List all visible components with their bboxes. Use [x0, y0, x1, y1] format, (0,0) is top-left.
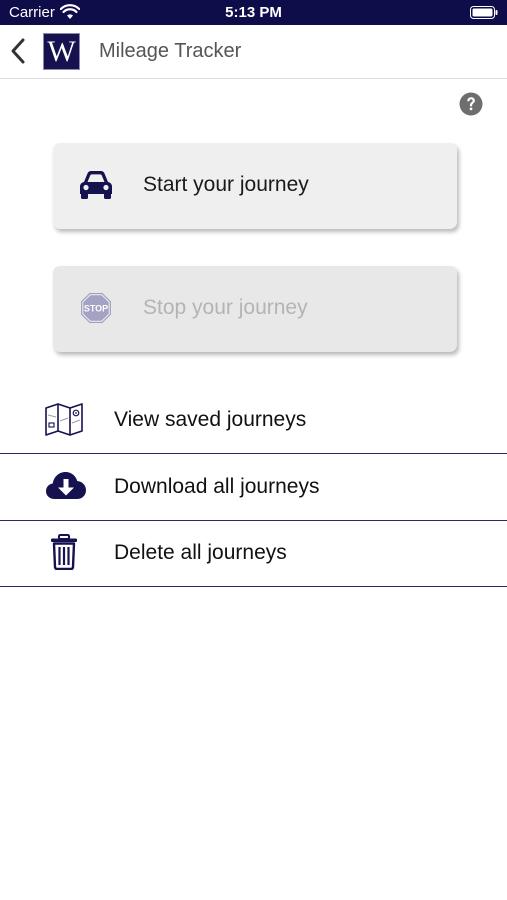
help-icon[interactable]: [459, 92, 483, 116]
view-saved-journeys-row[interactable]: View saved journeys: [0, 387, 507, 454]
stop-journey-button[interactable]: STOP Stop your journey: [53, 266, 457, 352]
stop-sign-icon: STOP: [81, 293, 111, 323]
clock-label: 5:13 PM: [225, 4, 282, 21]
stop-sign-text: STOP: [84, 304, 108, 314]
delete-all-journeys-label: Delete all journeys: [114, 541, 287, 564]
stop-journey-label: Stop your journey: [143, 296, 308, 319]
start-journey-button[interactable]: Start your journey: [53, 143, 457, 229]
app-logo: W: [43, 33, 80, 70]
back-chevron-icon[interactable]: [8, 37, 30, 65]
page-title: Mileage Tracker: [99, 40, 242, 62]
view-saved-journeys-label: View saved journeys: [114, 408, 307, 431]
download-all-journeys-row[interactable]: Download all journeys: [0, 454, 507, 521]
status-bar: Carrier 5:13 PM: [0, 0, 507, 25]
battery-icon: [470, 6, 498, 19]
delete-all-journeys-row[interactable]: Delete all journeys: [0, 520, 507, 587]
car-icon: [80, 171, 112, 199]
cloud-download-icon: [46, 472, 86, 499]
map-icon: [45, 403, 83, 436]
download-all-journeys-label: Download all journeys: [114, 475, 320, 498]
trash-icon: [51, 534, 77, 570]
navigation-bar: W Mileage Tracker: [0, 25, 507, 79]
start-journey-label: Start your journey: [143, 173, 309, 196]
